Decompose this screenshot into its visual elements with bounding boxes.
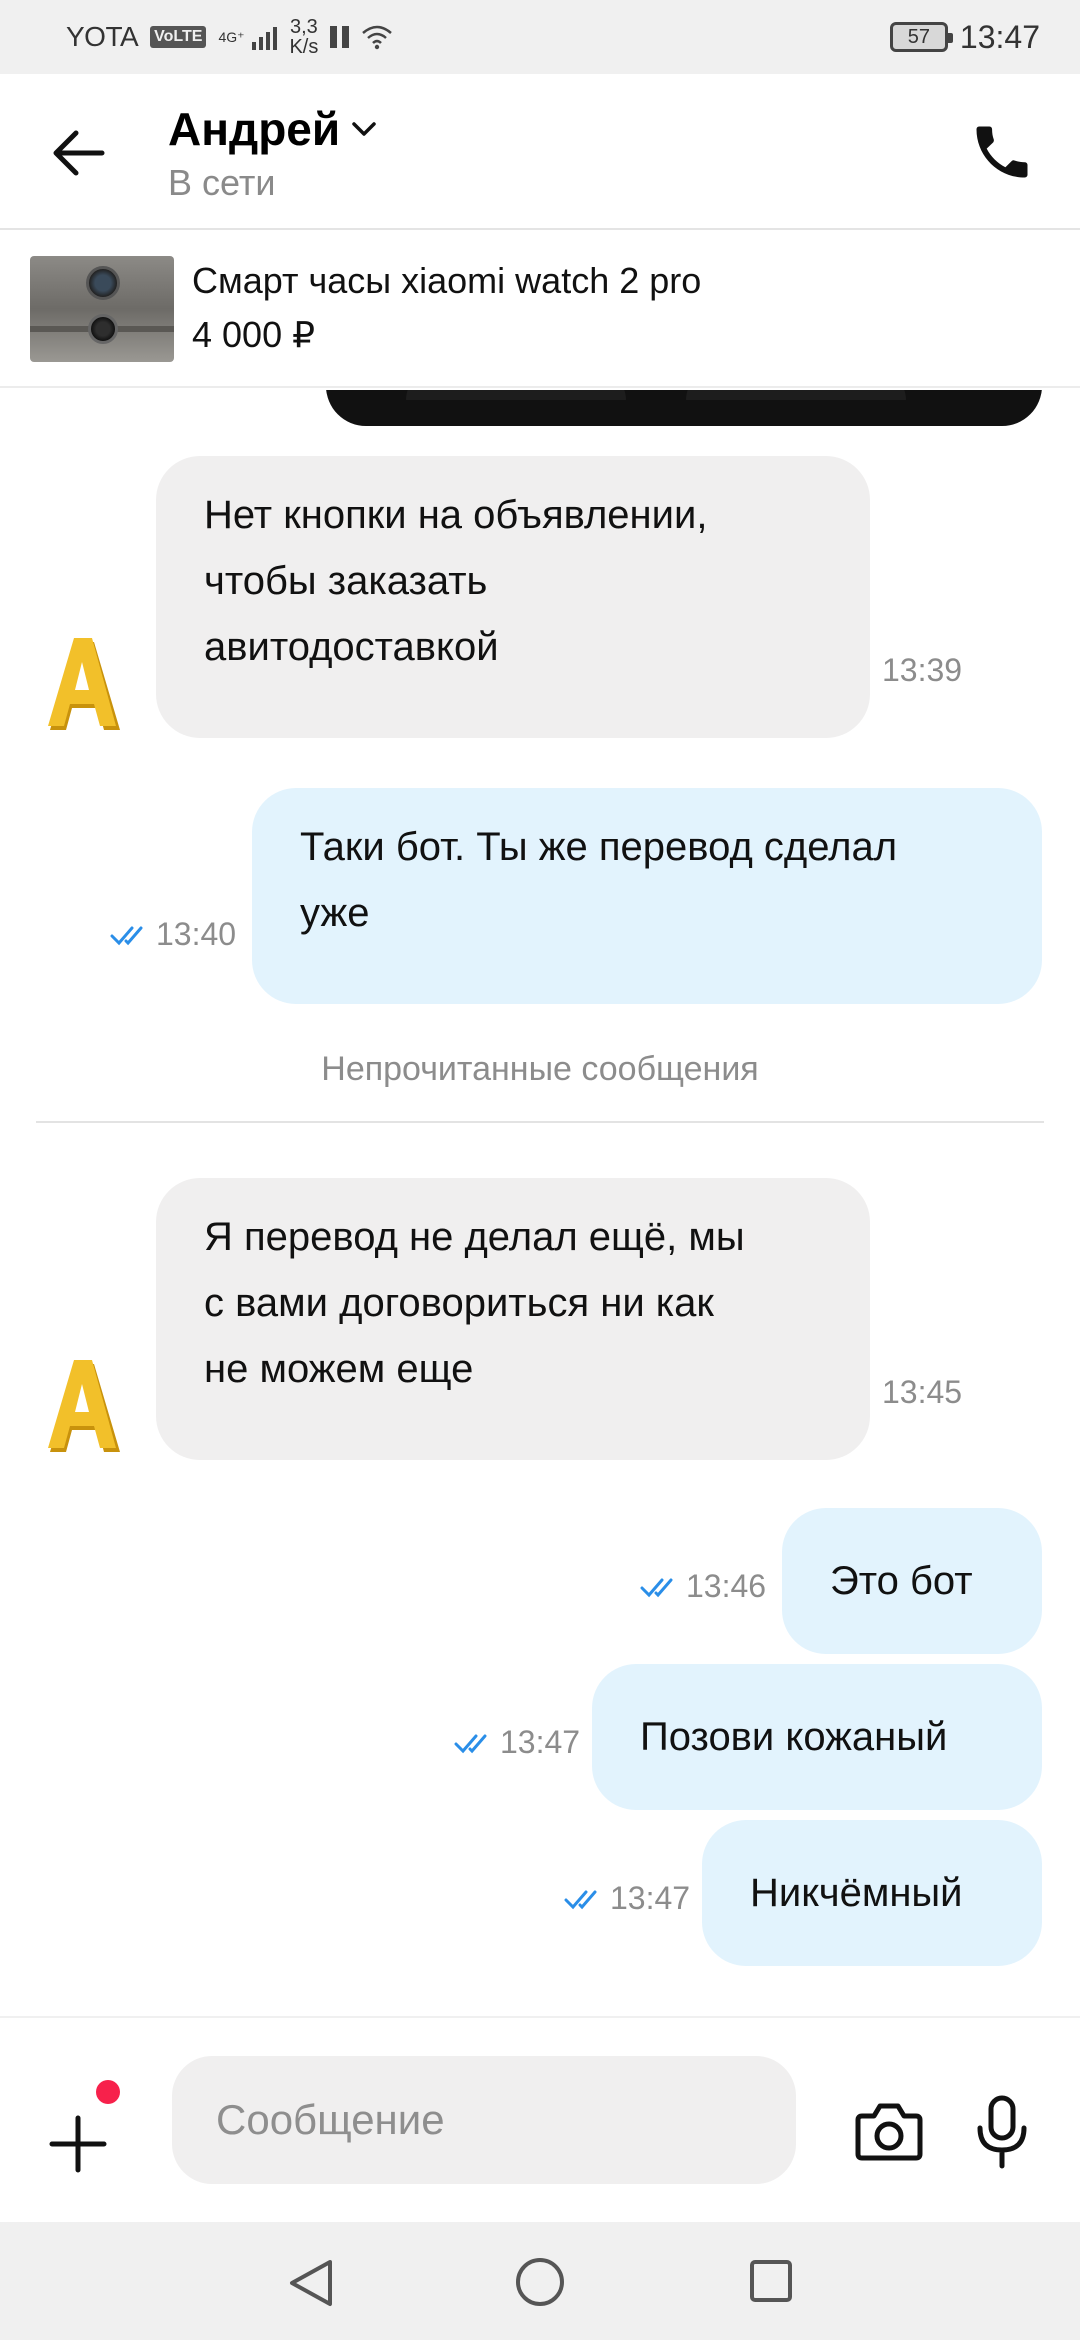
message-text: Это бот [830, 1559, 973, 1603]
battery-icon: 57 [889, 22, 953, 52]
message-text: авитодоставкой [204, 625, 499, 669]
microphone-icon[interactable] [974, 2094, 1030, 2170]
avatar[interactable] [42, 1358, 126, 1458]
carrier-label: YOTA [66, 21, 139, 52]
message-time: 13:46 [686, 1568, 767, 1604]
message-text: уже [300, 891, 370, 935]
nav-recent-icon[interactable] [748, 2258, 794, 2304]
message-status: 13:47 [454, 1724, 580, 1761]
online-status: В сети [168, 162, 276, 203]
listing-title: Смарт часы xiaomi watch 2 pro [192, 260, 702, 301]
message-status: 13:46 [640, 1568, 766, 1605]
contact-name-button[interactable]: Андрей [168, 102, 378, 156]
message-bubble-outgoing[interactable]: Никчёмный [702, 1820, 1042, 1966]
chat-header: Андрей В сети [0, 74, 1080, 230]
volte-badge: VoLTE [150, 26, 207, 48]
wifi-icon [362, 25, 393, 50]
double-check-icon [110, 926, 143, 945]
message-time: 13:39 [882, 652, 963, 688]
message-composer [0, 2016, 1080, 2222]
previous-media-message[interactable] [326, 390, 1042, 426]
message-text: Таки бот. Ты же перевод сделал [300, 825, 898, 869]
unread-divider [36, 1121, 1044, 1123]
unread-divider-label: Непрочитанные сообщения [321, 1050, 759, 1088]
message-time: 13:47 [610, 1880, 691, 1916]
listing-price: 4 000 ₽ [192, 314, 315, 355]
message-input[interactable] [172, 2056, 796, 2184]
message-text: с вами договориться ни как [204, 1281, 714, 1325]
double-check-icon [640, 1578, 673, 1597]
battery-level: 57 [907, 25, 931, 48]
listing-thumbnail [30, 256, 174, 362]
network-speed: 3,3 K/s [289, 17, 318, 57]
speed-value: 3,3 [290, 16, 318, 38]
message-text: Я перевод не делал ещё, мы [204, 1215, 745, 1259]
message-bubble-outgoing[interactable]: Это бот [782, 1508, 1042, 1654]
message-status: 13:47 [564, 1880, 690, 1917]
network-type: 4G⁺ [218, 29, 245, 45]
message-bubble-outgoing[interactable]: Позови кожаный [592, 1664, 1042, 1810]
message-bubble-incoming[interactable]: Я перевод не делал ещё, мы с вами догово… [156, 1178, 870, 1460]
pause-icon [330, 26, 350, 48]
message-bubble-incoming[interactable]: Нет кнопки на объявлении, чтобы заказать… [156, 456, 870, 738]
phone-icon[interactable] [968, 118, 1036, 186]
double-check-icon [454, 1734, 487, 1753]
message-bubble-outgoing[interactable]: Таки бот. Ты же перевод сделал уже [252, 788, 1042, 1004]
message-text: не можем еще [204, 1347, 474, 1391]
message-text: Никчёмный [750, 1871, 963, 1915]
clock: 13:47 [959, 18, 1040, 55]
message-list[interactable]: Нет кнопки на объявлении, чтобы заказать… [0, 390, 1080, 2016]
message-time: 13:47 [500, 1724, 581, 1760]
contact-name: Андрей [168, 103, 341, 155]
speed-unit: K/s [289, 36, 319, 58]
double-check-icon [564, 1890, 597, 1909]
back-arrow-icon[interactable] [48, 128, 108, 178]
notification-dot [96, 2080, 120, 2104]
system-nav-bar [0, 2222, 1080, 2340]
message-time: 13:45 [882, 1374, 963, 1410]
signal-icon [252, 24, 278, 50]
avatar[interactable] [42, 636, 126, 736]
nav-home-icon[interactable] [514, 2256, 566, 2308]
message-text: чтобы заказать [204, 559, 488, 603]
status-bar: YOTA VoLTE 4G⁺ 3,3 K/s 57 13:47 [0, 0, 1080, 74]
message-text: Позови кожаный [640, 1715, 948, 1759]
plus-icon[interactable] [44, 2110, 112, 2178]
chevron-down-icon [352, 122, 376, 136]
listing-bar[interactable]: Смарт часы xiaomi watch 2 pro 4 000 ₽ [0, 230, 1080, 388]
message-text: Нет кнопки на объявлении, [204, 493, 708, 537]
camera-icon[interactable] [854, 2098, 924, 2164]
message-time: 13:40 [156, 916, 237, 952]
nav-back-icon[interactable] [286, 2256, 336, 2310]
message-status: 13:40 [110, 916, 236, 953]
